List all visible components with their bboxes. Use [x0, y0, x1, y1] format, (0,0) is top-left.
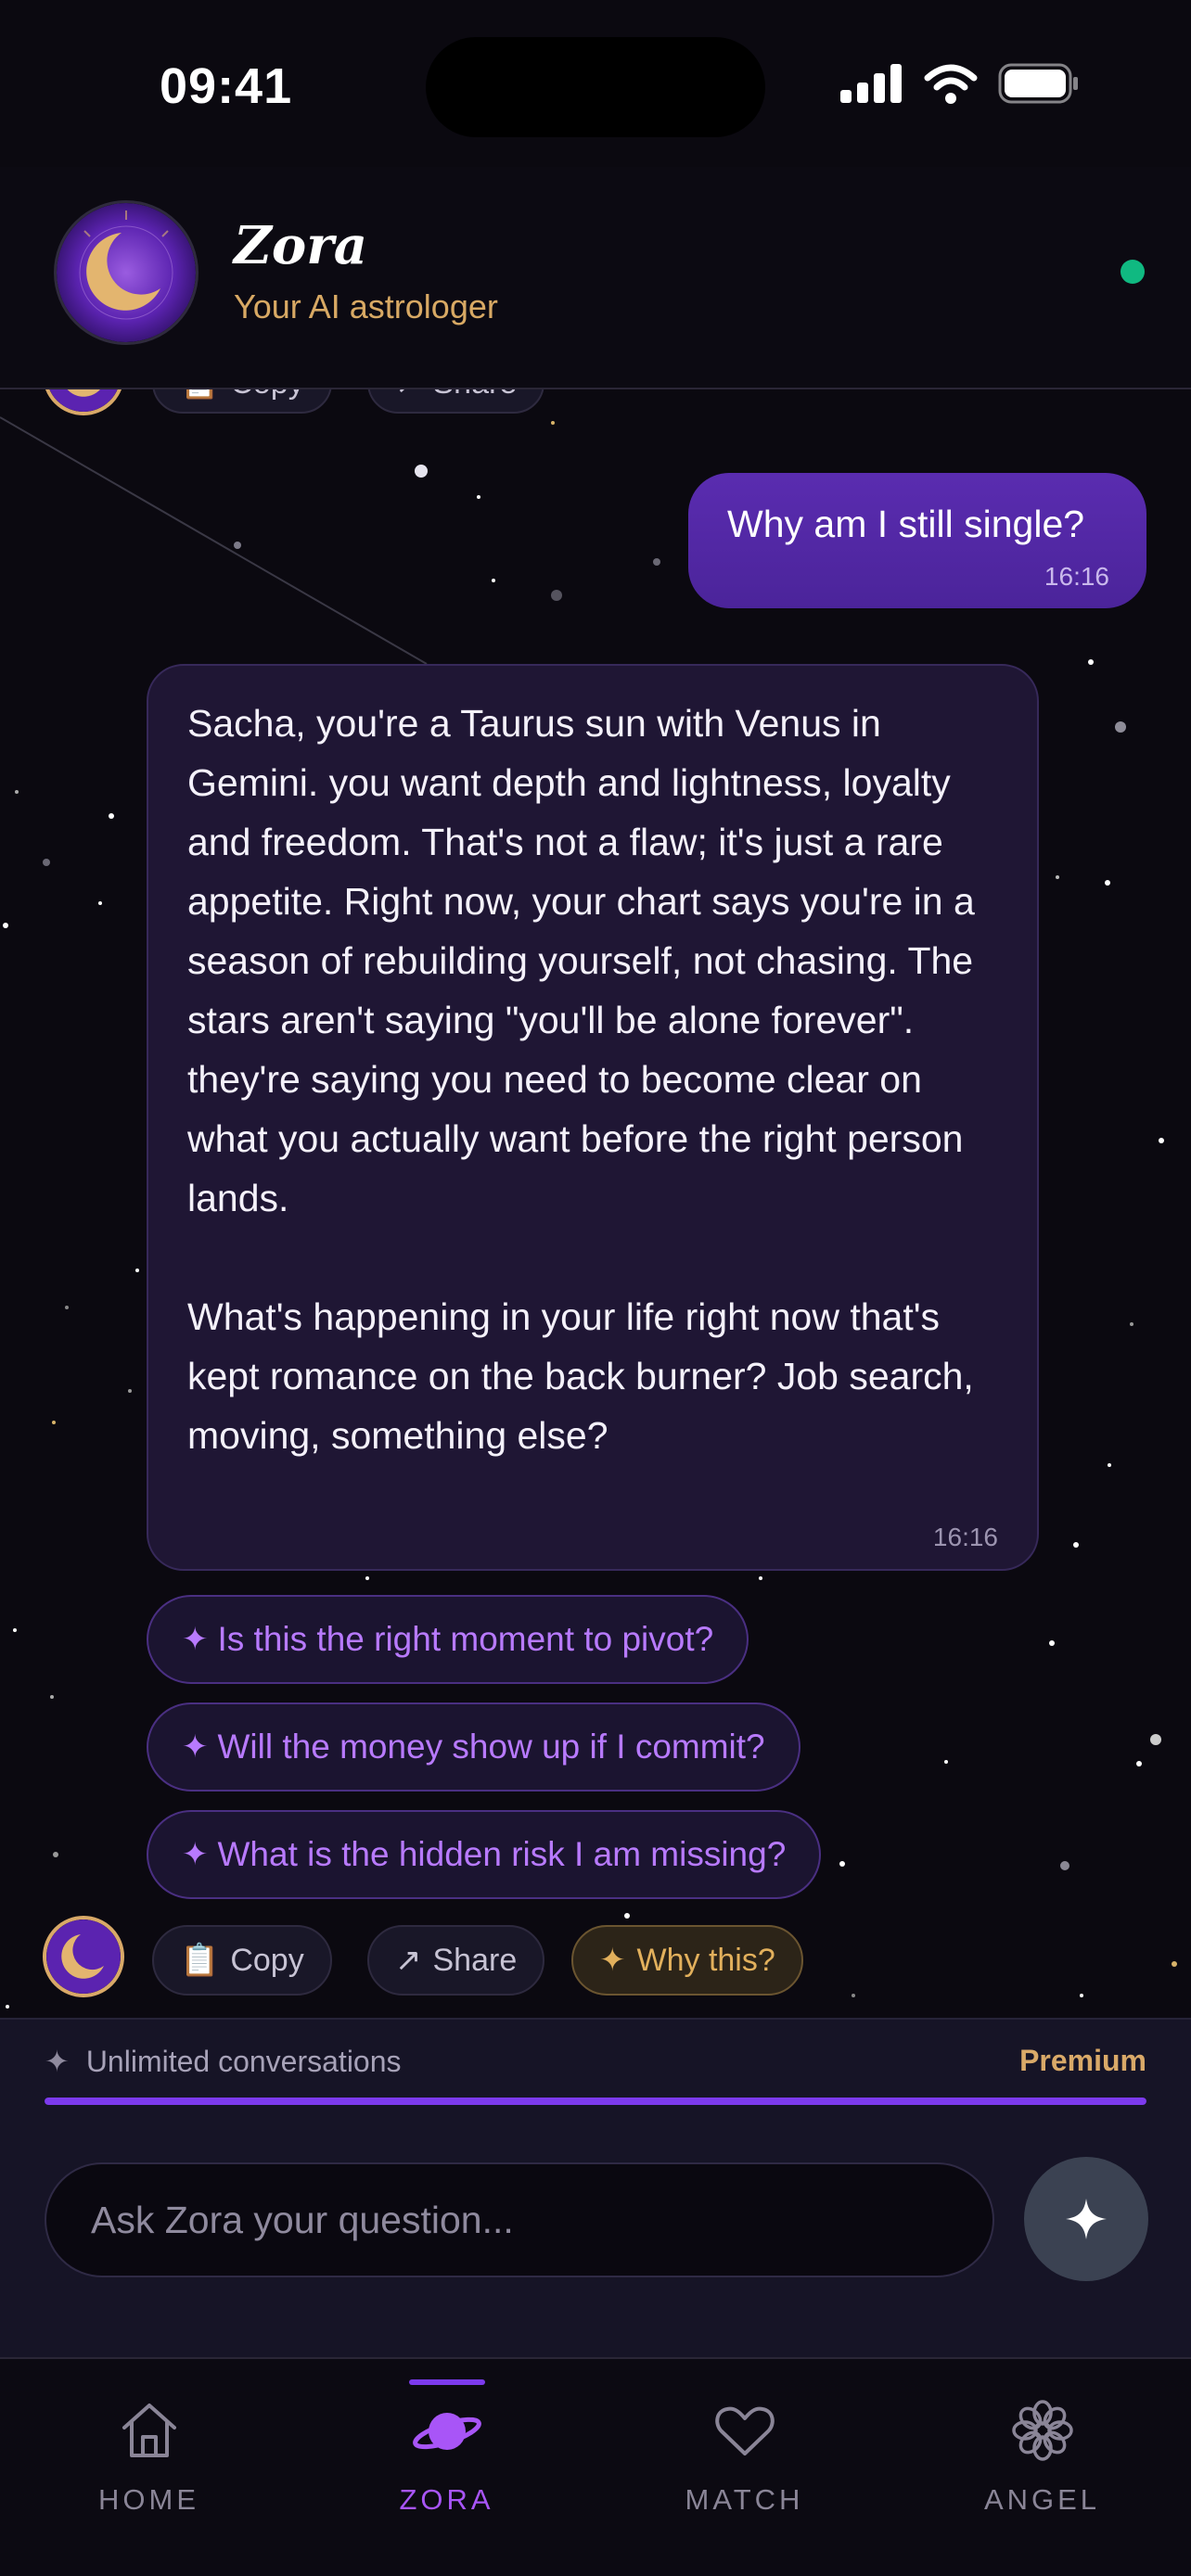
tab-home-label: HOME: [98, 2483, 199, 2516]
moon-icon: [57, 203, 196, 342]
tab-zora-label: ZORA: [399, 2483, 494, 2516]
question-input[interactable]: [45, 2162, 994, 2277]
copy-button[interactable]: 📋 Copy: [152, 1925, 332, 1996]
user-message-time: 16:16: [1044, 562, 1109, 591]
premium-info: ✦ Unlimited conversations: [45, 2044, 402, 2079]
active-tab-indicator: [409, 2379, 485, 2385]
suggestion-chip[interactable]: ✦ What is the hidden risk I am missing?: [147, 1810, 822, 1899]
status-bar: 09:41: [0, 0, 1191, 167]
suggestion-label: What is the hidden risk I am missing?: [217, 1835, 787, 1873]
zora-mini-avatar: [43, 1916, 124, 1997]
sparkle-icon: [1066, 2199, 1107, 2239]
assistant-message-text: Sacha, you're a Taurus sun with Venus in…: [187, 702, 975, 1457]
sparkle-icon: ✦: [182, 1837, 209, 1872]
tab-zora[interactable]: ZORA: [298, 2359, 596, 2576]
message-actions: 📋 Copy ↗ Share ✦ Why this?: [0, 1916, 1191, 2001]
suggestion-label: Is this the right moment to pivot?: [217, 1620, 714, 1658]
tab-match-label: MATCH: [685, 2483, 804, 2516]
premium-banner[interactable]: ✦ Unlimited conversations Premium: [0, 2018, 1191, 2107]
premium-badge[interactable]: Premium: [1019, 2044, 1146, 2078]
premium-progress-bar: [45, 2098, 1146, 2105]
send-button[interactable]: [1024, 2157, 1148, 2281]
user-message-bubble: Why am I still single? 16:16: [688, 473, 1146, 608]
sparkle-icon: ✦: [182, 1729, 209, 1765]
assistant-message-time: 16:16: [932, 1523, 998, 1551]
wifi-icon: [924, 64, 978, 104]
status-time: 09:41: [160, 58, 293, 114]
copy-label: Copy: [230, 1942, 304, 1978]
moon-icon: [46, 1919, 121, 1994]
zora-avatar[interactable]: [54, 200, 198, 345]
header-subtitle: Your AI astrologer: [234, 287, 498, 325]
why-this-label: Why this?: [636, 1942, 775, 1978]
tab-match[interactable]: MATCH: [596, 2359, 893, 2576]
sparkle-icon: ✦: [45, 2045, 70, 2078]
premium-progress-fill: [45, 2098, 1146, 2105]
tab-home[interactable]: HOME: [0, 2359, 298, 2576]
tab-angel[interactable]: ANGEL: [893, 2359, 1191, 2576]
home-icon: [122, 2404, 176, 2457]
suggestion-chip[interactable]: ✦ Is this the right moment to pivot?: [147, 1595, 749, 1684]
header-title: Zora: [234, 215, 368, 276]
clipboard-icon: 📋: [180, 1943, 220, 1978]
sparkle-icon: ✦: [182, 1622, 209, 1657]
dynamic-island: [426, 37, 765, 137]
suggestion-chip[interactable]: ✦ Will the money show up if I commit?: [147, 1702, 800, 1792]
share-button[interactable]: ↗ Share: [367, 1925, 545, 1996]
composer: [0, 2107, 1191, 2357]
flower-icon: [1012, 2400, 1073, 2461]
sparkle-icon: ✦: [599, 1943, 626, 1978]
arrow-up-right-icon: ↗: [395, 1943, 422, 1978]
user-message-text: Why am I still single?: [727, 503, 1085, 545]
cellular-signal-icon: [840, 64, 902, 103]
tab-angel-label: ANGEL: [983, 2483, 1101, 2516]
why-this-button[interactable]: ✦ Why this?: [571, 1925, 803, 1996]
premium-label: Unlimited conversations: [85, 2044, 402, 2078]
status-icons: [840, 63, 1080, 104]
heart-icon: [715, 2406, 775, 2455]
battery-icon: [998, 63, 1078, 104]
chat-header: Zora Your AI astrologer: [0, 167, 1191, 389]
assistant-message-bubble: Sacha, you're a Taurus sun with Venus in…: [147, 664, 1039, 1571]
online-status-dot: [1121, 260, 1145, 284]
bottom-tab-bar: HOME ZORA MATCH ANGEL: [0, 2357, 1191, 2576]
share-label: Share: [432, 1942, 518, 1978]
planet-icon: [413, 2413, 481, 2450]
suggestion-label: Will the money show up if I commit?: [217, 1728, 765, 1766]
